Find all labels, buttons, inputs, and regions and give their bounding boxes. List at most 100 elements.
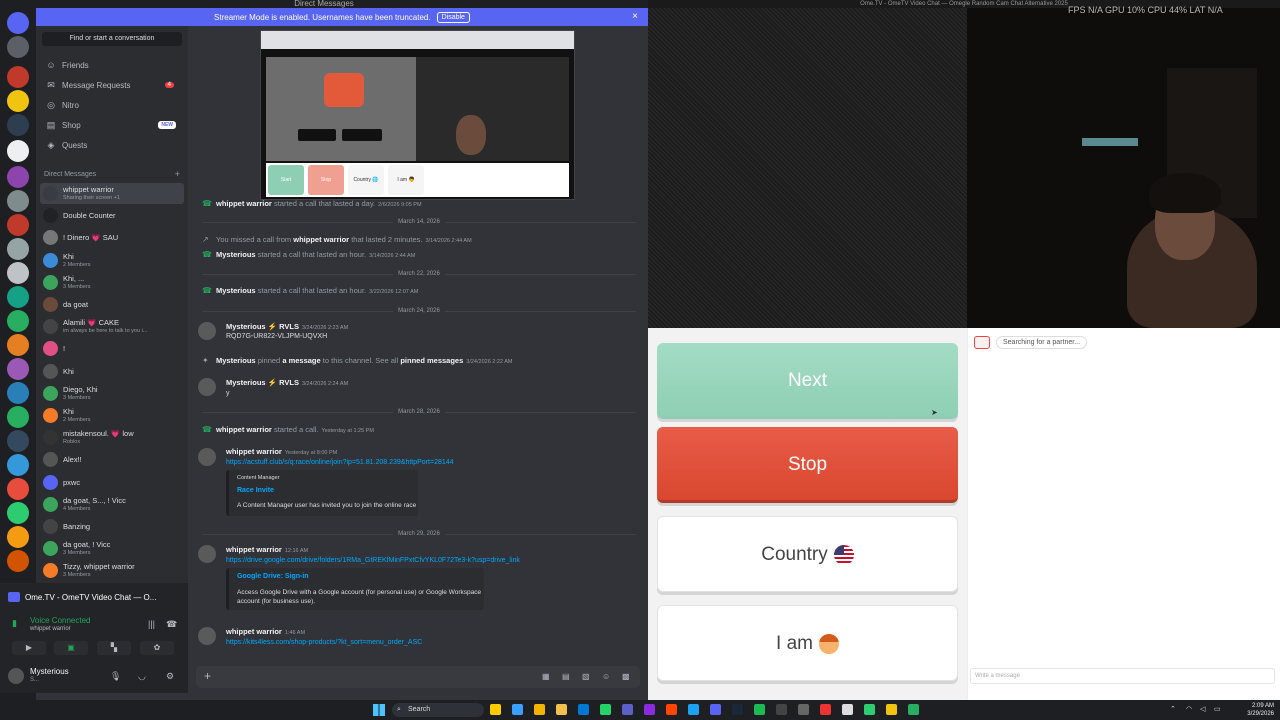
dm-item[interactable]: whippet warrior Sharing their screen +1 (40, 183, 184, 204)
avatar[interactable] (198, 627, 216, 645)
taskbar-app-icon[interactable] (688, 704, 699, 715)
next-button[interactable]: Next (657, 343, 958, 419)
steam-icon[interactable] (732, 704, 743, 715)
headphones-icon[interactable]: ◡ (138, 671, 146, 682)
message-link[interactable]: https://kits4less.com/shop-products/?kt_… (226, 639, 422, 646)
dm-item[interactable]: Double Counter (40, 205, 184, 226)
pinned-messages-link[interactable]: pinned messages (400, 356, 463, 365)
taskbar-app-icon[interactable] (820, 704, 831, 715)
close-icon[interactable]: × (632, 11, 638, 22)
camera-button[interactable]: ▶ (12, 641, 46, 655)
message-author[interactable]: whippet warrior Yesterday at 8:00 PM (226, 447, 337, 456)
server-icon[interactable] (7, 190, 29, 212)
spotify-icon[interactable] (754, 704, 765, 715)
message-author[interactable]: whippet warrior 12:16 AM (226, 545, 308, 554)
taskbar-app-icon[interactable] (776, 704, 787, 715)
gif-icon[interactable]: ▤ (562, 672, 570, 681)
avatar[interactable] (8, 668, 24, 684)
taskbar-app-icon[interactable] (798, 704, 809, 715)
taskbar-app-icon[interactable] (886, 704, 897, 715)
emoji-icon[interactable]: ☺ (602, 672, 610, 681)
discord-icon[interactable] (710, 704, 721, 715)
embed-title[interactable]: Race Invite (237, 487, 274, 494)
dm-item[interactable]: Alex!! (40, 449, 184, 470)
country-button[interactable]: Country (657, 516, 958, 592)
taskbar-app-icon[interactable] (600, 704, 611, 715)
voice-connected-status[interactable]: Voice Connected (30, 616, 91, 625)
brave-icon[interactable] (666, 704, 677, 715)
message-author[interactable]: Mysterious ⚡ RVLS 3/24/2026 2:23 AM (226, 322, 348, 331)
server-icon[interactable] (7, 502, 29, 524)
screen-share-preview[interactable]: Start Stop Country 🌐 I am 👦 (260, 30, 575, 200)
taskbar-app-icon[interactable] (864, 704, 875, 715)
dm-item[interactable]: Khi, ... 3 Members (40, 272, 184, 293)
activity-row[interactable]: Ome.TV - OmeTV Video Chat — O... (8, 589, 180, 605)
dm-item[interactable]: Banzing (40, 516, 184, 537)
server-icon[interactable] (7, 550, 29, 572)
disable-streamer-mode-button[interactable]: Disable (436, 11, 470, 23)
dm-item[interactable]: da goat (40, 294, 184, 315)
server-icon[interactable] (7, 166, 29, 188)
dm-item[interactable]: Diego, Khi 3 Members (40, 383, 184, 404)
message-author[interactable]: whippet warrior 1:46 AM (226, 627, 305, 636)
server-icon[interactable] (7, 406, 29, 428)
server-icon[interactable] (7, 334, 29, 356)
avatar[interactable] (198, 378, 216, 396)
dm-item[interactable]: ! Dinero 💗 SAU (40, 227, 184, 248)
embed-title[interactable]: Google Drive: Sign-in (237, 573, 309, 580)
server-icon[interactable] (7, 140, 29, 162)
chrome-icon[interactable] (534, 704, 545, 715)
microphone-icon[interactable]: 🎙 (110, 671, 121, 682)
new-dm-plus-icon[interactable]: + (175, 169, 180, 179)
server-icon[interactable] (7, 430, 29, 452)
server-icon[interactable] (7, 454, 29, 476)
taskbar-app-icon[interactable] (842, 704, 853, 715)
taskbar-app-icon[interactable] (490, 704, 501, 715)
server-icon[interactable] (7, 214, 29, 236)
dm-item[interactable]: Tizzy, whippet warrior 3 Members (40, 560, 184, 581)
dm-item[interactable]: ! (40, 338, 184, 359)
taskbar-app-icon[interactable] (644, 704, 655, 715)
dm-item[interactable]: da goat, ! Vicc 3 Members (40, 538, 184, 559)
sidebar-item-friends[interactable]: ☺ Friends (42, 56, 182, 74)
dm-item[interactable]: mistakensoul. 💗 low Roblox (40, 427, 184, 448)
server-icon[interactable] (7, 310, 29, 332)
server-icon[interactable] (7, 262, 29, 284)
activities-button[interactable]: ▚ (97, 641, 131, 655)
dm-item[interactable]: Khi 2 Members (40, 405, 184, 426)
dm-item[interactable]: pxwc (40, 472, 184, 493)
apps-icon[interactable]: ▩ (622, 672, 630, 681)
server-icon[interactable] (7, 286, 29, 308)
windows-start-icon[interactable] (373, 704, 385, 716)
dm-item[interactable]: Khi (40, 361, 184, 382)
taskbar-app-icon[interactable] (512, 704, 523, 715)
server-icon[interactable] (7, 114, 29, 136)
avatar[interactable] (198, 448, 216, 466)
message-author[interactable]: Mysterious ⚡ RVLS 3/24/2026 2:24 AM (226, 378, 348, 387)
pinned-message-link[interactable]: a message (280, 356, 323, 365)
store-icon[interactable] (578, 704, 589, 715)
dm-item[interactable]: Khi 2 Members (40, 250, 184, 271)
server-icon[interactable] (7, 90, 29, 112)
battery-icon[interactable]: ▭ (1214, 705, 1221, 713)
sidebar-item-shop[interactable]: ▤ Shop NEW (42, 116, 182, 134)
avatar[interactable] (198, 545, 216, 563)
discord-home-icon[interactable] (7, 12, 29, 34)
find-conversation-search[interactable]: Find or start a conversation (42, 32, 182, 46)
server-icon[interactable] (7, 382, 29, 404)
server-icon[interactable] (7, 66, 29, 88)
message-link[interactable]: https://drive.google.com/drive/folders/1… (226, 557, 520, 564)
noise-suppression-icon[interactable]: ||| (148, 619, 155, 629)
file-explorer-icon[interactable] (556, 704, 567, 715)
tray-chevron-icon[interactable]: ⌃ (1170, 705, 1176, 713)
sticker-icon[interactable]: ▧ (582, 672, 590, 681)
server-icon[interactable] (7, 358, 29, 380)
avatar[interactable] (198, 322, 216, 340)
soundboard-button[interactable]: ✿ (140, 641, 174, 655)
wifi-icon[interactable]: ◠ (1186, 705, 1192, 713)
disconnect-icon[interactable]: ☎ (166, 619, 177, 630)
sidebar-item-quests[interactable]: ◈ Quests (42, 136, 182, 154)
i-am-button[interactable]: I am (657, 605, 958, 681)
dm-item[interactable]: da goat, S..., ! Vicc 4 Members (40, 494, 184, 515)
stop-button[interactable]: Stop (657, 427, 958, 503)
